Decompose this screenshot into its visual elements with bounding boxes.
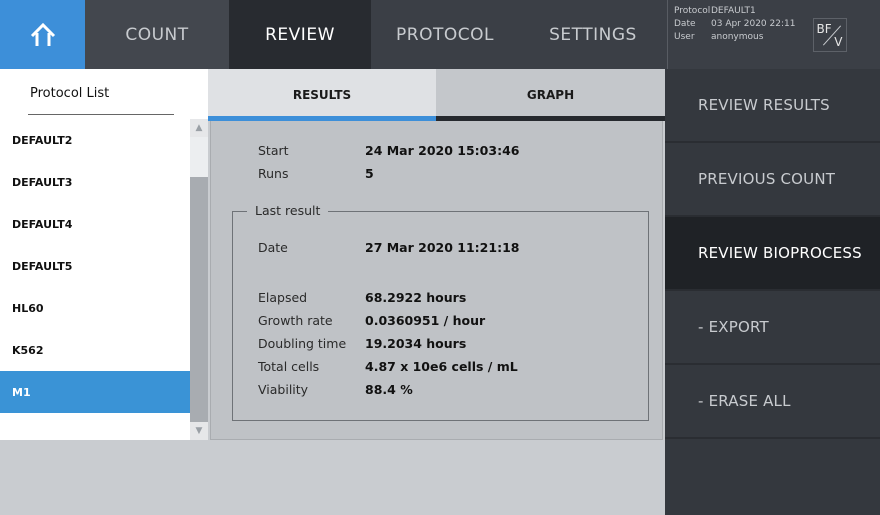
list-item-selected[interactable]: M1 [0, 371, 190, 413]
start-value: 24 Mar 2020 15:03:46 [365, 143, 520, 158]
v-label: V [834, 34, 843, 49]
info-protocol-value: DEFAULT1 [711, 6, 756, 16]
doubling-time-label: Doubling time [258, 336, 347, 351]
protocol-list: DEFAULT2 DEFAULT3 DEFAULT4 DEFAULT5 HL60… [0, 119, 190, 413]
previous-count-button[interactable]: PREVIOUS COUNT [665, 143, 880, 217]
divider [28, 114, 174, 115]
doubling-time-value: 19.2034 hours [365, 336, 467, 351]
tab-settings[interactable]: SETTINGS [519, 0, 667, 69]
top-bar: COUNT REVIEW PROTOCOL SETTINGS Protocol D… [0, 0, 880, 69]
erase-all-button[interactable]: - ERASE ALL [665, 365, 880, 439]
date-value: 27 Mar 2020 11:21:18 [365, 240, 520, 255]
scroll-down-icon[interactable]: ▼ [190, 422, 208, 440]
bf-v-toggle-button[interactable]: BF V [807, 0, 852, 69]
info-protocol-label: Protocol [674, 6, 711, 16]
list-item[interactable]: DEFAULT4 [0, 203, 190, 245]
list-item[interactable]: HL60 [0, 287, 190, 329]
home-icon [30, 22, 55, 46]
growth-rate-value: 0.0360951 / hour [365, 313, 486, 328]
info-date-label: Date [674, 19, 696, 29]
protocol-list-title: Protocol List [30, 86, 110, 101]
info-date-value: 03 Apr 2020 22:11 [711, 19, 796, 29]
bottom-area [0, 440, 665, 515]
tab-graph[interactable]: GRAPH [436, 69, 665, 121]
export-button[interactable]: - EXPORT [665, 291, 880, 365]
total-cells-value: 4.87 x 10e6 cells / mL [365, 359, 518, 374]
tab-protocol[interactable]: PROTOCOL [371, 0, 519, 69]
total-cells-label: Total cells [258, 359, 320, 374]
review-tabs: RESULTS GRAPH [208, 69, 665, 121]
runs-value: 5 [365, 166, 374, 181]
info-user-label: User [674, 32, 695, 42]
bf-v-icon: BF V [812, 17, 847, 52]
review-menu: REVIEW RESULTS PREVIOUS COUNT REVIEW BIO… [665, 69, 880, 515]
review-results-button[interactable]: REVIEW RESULTS [665, 69, 880, 143]
tab-results[interactable]: RESULTS [208, 69, 436, 121]
date-label: Date [258, 240, 288, 255]
review-bioprocess-button[interactable]: REVIEW BIOPROCESS [665, 217, 880, 291]
list-item[interactable]: K562 [0, 329, 190, 371]
tab-results-label: RESULTS [292, 88, 352, 102]
list-item[interactable]: DEFAULT5 [0, 245, 190, 287]
viability-label: Viability [258, 382, 309, 397]
list-item[interactable]: DEFAULT2 [0, 119, 190, 161]
elapsed-value: 68.2922 hours [365, 290, 467, 305]
scroll-thumb[interactable] [190, 137, 208, 177]
home-button[interactable] [0, 0, 85, 69]
last-result-group: Last result Date 27 Mar 2020 11:21:18 El… [232, 203, 649, 421]
scroll-up-icon[interactable]: ▲ [190, 119, 208, 137]
results-panel: Start 24 Mar 2020 15:03:46 Runs 5 Last r… [210, 121, 663, 440]
list-item[interactable]: DEFAULT3 [0, 161, 190, 203]
growth-rate-label: Growth rate [258, 313, 333, 328]
tab-review[interactable]: REVIEW [229, 0, 371, 69]
info-user-value: anonymous [711, 32, 764, 42]
last-result-legend: Last result [247, 203, 329, 218]
list-scrollbar[interactable]: ▲ ▼ [190, 119, 208, 440]
tab-graph-label: GRAPH [526, 88, 575, 102]
bf-label: BF [816, 21, 832, 36]
elapsed-label: Elapsed [258, 290, 308, 305]
runs-label: Runs [258, 166, 289, 181]
session-info: Protocol DEFAULT1 Date 03 Apr 2020 22:11 U… [667, 0, 807, 69]
tab-count[interactable]: COUNT [85, 0, 229, 69]
start-label: Start [258, 143, 289, 158]
protocol-list-panel: Protocol List DEFAULT2 DEFAULT3 DEFAULT4… [0, 69, 208, 440]
review-content: RESULTS GRAPH Start 24 Mar 2020 15:03:46… [208, 69, 665, 440]
viability-value: 88.4 % [365, 382, 413, 397]
